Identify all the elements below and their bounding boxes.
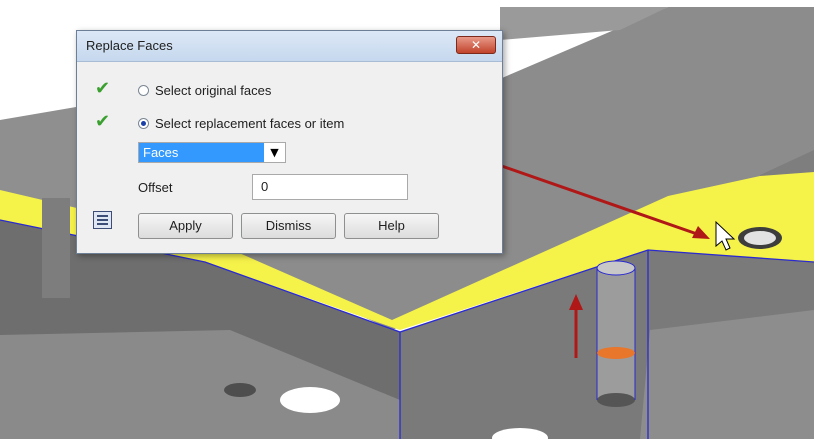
- ledge-hole-inner: [744, 231, 776, 245]
- radio-button-selected[interactable]: [138, 117, 149, 129]
- selected-orange-face: [597, 347, 635, 359]
- check-icon: ✔: [95, 111, 111, 132]
- cylinder-hole-top: [596, 260, 636, 276]
- chevron-down-icon[interactable]: ▼: [264, 143, 285, 162]
- floor-hole-3: [224, 383, 256, 397]
- check-icon: ✔: [95, 78, 111, 99]
- left-cylinder: [42, 198, 70, 298]
- replace-faces-dialog: Replace Faces ✕ ✔ Select original faces …: [76, 30, 503, 254]
- apply-button[interactable]: Apply: [138, 213, 233, 239]
- dialog-title: Replace Faces: [86, 38, 173, 53]
- cylinder-hole-bottom: [597, 393, 635, 407]
- floor-hole: [280, 387, 340, 413]
- radio-label-replacement: Select replacement faces or item: [155, 115, 345, 131]
- offset-label: Offset: [138, 180, 173, 195]
- cylinder-hole: [597, 268, 635, 400]
- offset-input[interactable]: 0: [252, 174, 408, 200]
- filter-select-value: Faces: [139, 143, 264, 162]
- help-button[interactable]: Help: [344, 213, 439, 239]
- dismiss-button[interactable]: Dismiss: [241, 213, 336, 239]
- model-floor-right: [640, 310, 814, 439]
- filter-select[interactable]: Faces ▼: [138, 142, 286, 163]
- radio-label-original: Select original faces: [155, 82, 272, 98]
- radio-original-faces[interactable]: Select original faces: [138, 81, 271, 99]
- list-icon[interactable]: [93, 211, 112, 229]
- close-button[interactable]: ✕: [456, 36, 496, 54]
- radio-replacement-faces[interactable]: Select replacement faces or item: [138, 114, 344, 132]
- dialog-titlebar[interactable]: Replace Faces ✕: [77, 31, 502, 62]
- radio-button[interactable]: [138, 84, 149, 96]
